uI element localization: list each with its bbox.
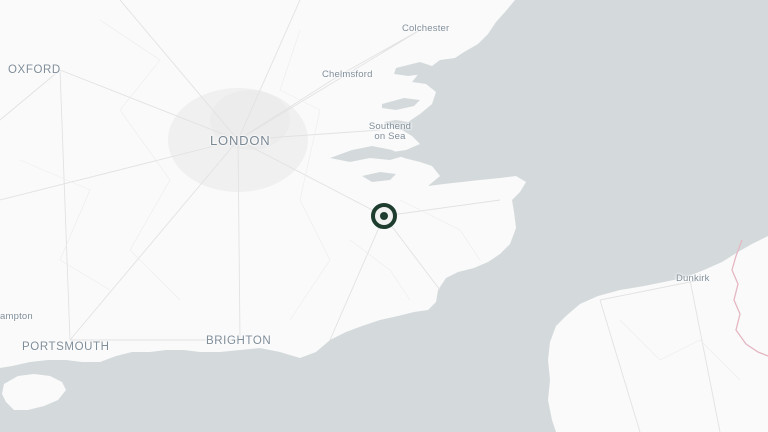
place-label-southend: Southend on Sea (364, 121, 416, 143)
place-label-dunkirk: Dunkirk (676, 273, 710, 284)
place-label-colchester: Colchester (402, 23, 450, 34)
place-label-chelmsford: Chelmsford (322, 69, 373, 80)
location-target-dot (380, 212, 388, 220)
place-label-southampton: ampton (0, 311, 33, 322)
place-label-london: LONDON (210, 133, 271, 148)
location-target-icon[interactable] (371, 203, 397, 229)
place-label-southend-line2: on Sea (374, 131, 406, 143)
place-label-portsmouth: PORTSMOUTH (22, 341, 110, 353)
place-label-oxford: OXFORD (8, 64, 61, 76)
place-label-brighton: BRIGHTON (206, 335, 272, 347)
map-view[interactable]: Colchester OXFORD Chelmsford LONDON Sout… (0, 0, 768, 432)
